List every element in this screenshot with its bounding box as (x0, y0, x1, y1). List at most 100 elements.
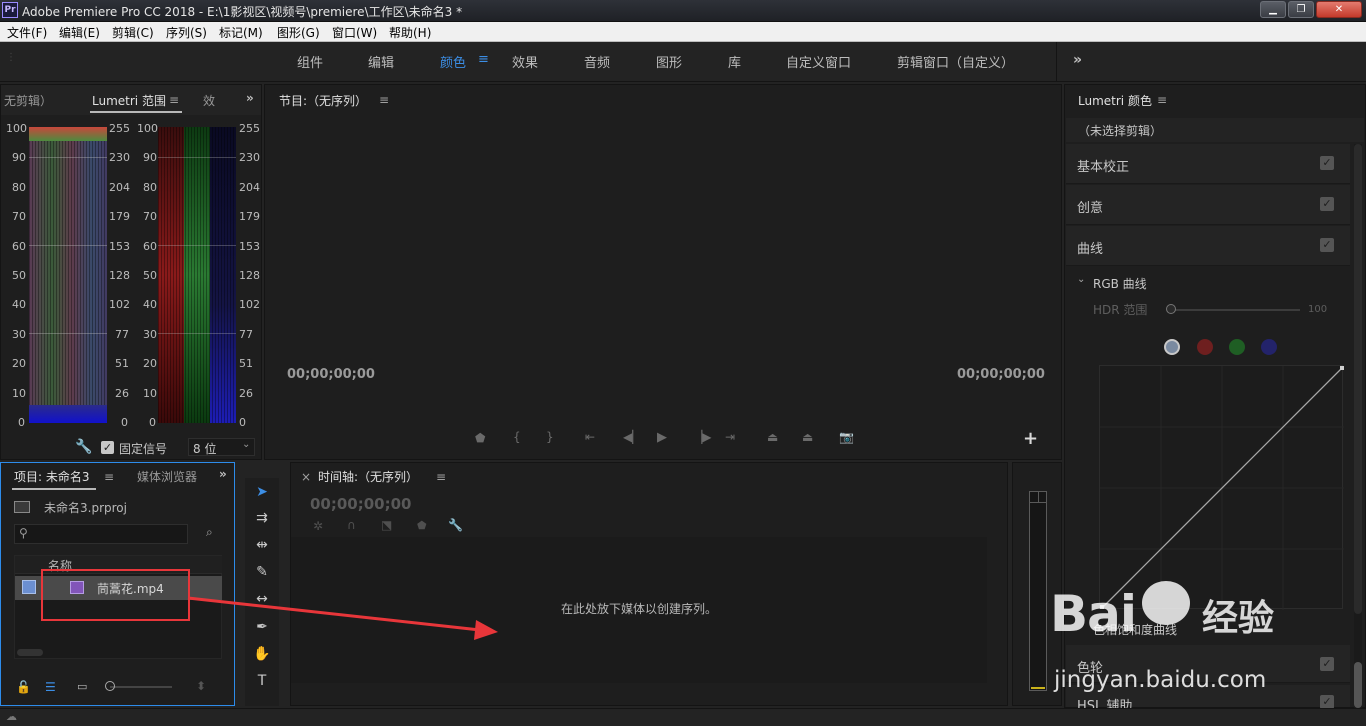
clamp-signal-checkbox[interactable]: ✓ (101, 441, 114, 454)
timeline-timecode[interactable]: 00;00;00;00 (310, 495, 412, 513)
red-channel-dot[interactable] (1197, 339, 1213, 355)
workspace-tab-color[interactable]: 颜色 (440, 52, 466, 71)
horizontal-scrollbar[interactable] (17, 649, 43, 656)
hdr-range-slider[interactable] (1170, 309, 1300, 311)
section-curves[interactable]: 曲线 ✓ (1066, 226, 1350, 266)
workspace-tab-custom[interactable]: 自定义窗口 (786, 52, 851, 71)
step-forward-icon[interactable]: ▕▶ (693, 430, 711, 444)
menu-window[interactable]: 窗口(W) (332, 24, 377, 41)
program-monitor-title[interactable]: 节目:（无序列） (279, 92, 367, 109)
scale-label: 26 (115, 387, 129, 400)
tab-project[interactable]: 项目: 未命名3 (14, 468, 90, 485)
panel-menu-icon[interactable]: ≡ (104, 470, 114, 484)
close-window-button[interactable]: ✕ (1316, 1, 1362, 18)
menu-graphics[interactable]: 图形(G) (277, 24, 320, 41)
text-tool-icon[interactable]: T (250, 670, 274, 692)
icon-view-icon[interactable]: ▭ (77, 680, 87, 693)
camera-icon[interactable]: 📷 (839, 430, 854, 444)
enable-checkbox[interactable]: ✓ (1320, 238, 1334, 252)
enable-checkbox[interactable]: ✓ (1320, 156, 1334, 170)
wrench-icon[interactable]: 🔧 (448, 518, 463, 532)
workspace-tab-audio[interactable]: 音频 (584, 52, 610, 71)
razor-tool-icon[interactable]: ✎ (250, 561, 274, 583)
rgb-curve-editor[interactable] (1099, 365, 1344, 610)
selection-tool-icon[interactable]: ➤ (250, 481, 274, 503)
scale-label: 50 (12, 269, 26, 282)
label-color-swatch[interactable] (22, 580, 36, 594)
menu-clip[interactable]: 剪辑(C) (112, 24, 154, 41)
section-creative[interactable]: 创意 ✓ (1066, 185, 1350, 225)
minimize-button[interactable]: ▁ (1260, 1, 1286, 18)
lumetri-color-title[interactable]: Lumetri 颜色 (1078, 92, 1152, 109)
tab-effects[interactable]: 效 (203, 92, 215, 109)
zoom-slider[interactable] (110, 686, 172, 688)
play-icon[interactable]: ▶ (657, 430, 667, 445)
tab-lumetri-scopes[interactable]: Lumetri 范围 (92, 92, 166, 109)
panel-menu-icon[interactable]: ≡ (379, 93, 389, 107)
enable-checkbox[interactable]: ✓ (1320, 657, 1334, 671)
sort-icon[interactable]: ⬍ (196, 679, 206, 693)
panel-menu-icon[interactable]: ≡ (169, 93, 179, 107)
add-button-icon[interactable]: + (1023, 428, 1038, 449)
workspace-tab-graphics[interactable]: 图形 (656, 52, 682, 71)
rgb-curves-label[interactable]: RGB 曲线 (1093, 275, 1147, 292)
slider-handle[interactable] (1166, 304, 1176, 314)
panel-overflow-icon[interactable]: » (246, 91, 254, 105)
workspace-tab-assembly[interactable]: 组件 (297, 52, 323, 71)
scrollbar[interactable] (1354, 144, 1362, 708)
workspace-menu-icon[interactable]: ≡ (478, 52, 489, 67)
drop-media-hint: 在此处放下媒体以创建序列。 (561, 602, 718, 616)
lift-icon[interactable]: ⏏ (767, 430, 778, 444)
list-view-icon[interactable]: ☰ (45, 680, 56, 694)
menu-edit[interactable]: 编辑(E) (59, 24, 100, 41)
workspace-tab-editing[interactable]: 编辑 (368, 52, 394, 71)
green-channel-dot[interactable] (1229, 339, 1245, 355)
blue-channel-dot[interactable] (1261, 339, 1277, 355)
gridline (29, 245, 107, 246)
hand-tool-icon[interactable]: ✋ (250, 643, 274, 665)
slider-handle[interactable] (105, 681, 115, 691)
close-tab-icon[interactable]: × (301, 470, 311, 484)
section-basic-correction[interactable]: 基本校正 ✓ (1066, 144, 1350, 184)
nest-icon[interactable]: ⬔ (381, 518, 392, 532)
mark-in-icon[interactable]: { (513, 430, 521, 444)
snap-icon[interactable]: ✲ (313, 519, 323, 533)
menu-sequence[interactable]: 序列(S) (166, 24, 207, 41)
panel-overflow-icon[interactable]: » (219, 467, 227, 481)
scrollbar-thumb[interactable] (1354, 662, 1362, 708)
enable-checkbox[interactable]: ✓ (1320, 695, 1334, 709)
menu-markers[interactable]: 标记(M) (219, 24, 263, 41)
white-channel-dot[interactable] (1164, 339, 1180, 355)
timeline-title[interactable]: 时间轴:（无序列） (318, 468, 418, 485)
panel-menu-icon[interactable]: ≡ (436, 470, 446, 484)
maximize-button[interactable]: ❐ (1288, 1, 1314, 18)
linked-selection-icon[interactable]: ∩ (347, 518, 356, 532)
creative-cloud-icon[interactable]: ☁ (6, 710, 17, 723)
extract-icon[interactable]: ⏏ (802, 430, 813, 444)
workspace-tab-effects[interactable]: 效果 (512, 52, 538, 71)
ripple-edit-tool-icon[interactable]: ⇹ (250, 534, 274, 556)
wrench-icon[interactable]: 🔧 (75, 439, 92, 455)
playhead-timecode[interactable]: 00;00;00;00 (287, 367, 375, 382)
enable-checkbox[interactable]: ✓ (1320, 197, 1334, 211)
workspace-overflow-icon[interactable]: » (1073, 52, 1082, 68)
tab-media-browser[interactable]: 媒体浏览器 (137, 468, 197, 485)
mark-out-icon[interactable]: } (546, 430, 554, 444)
workspace-tab-clip-custom[interactable]: 剪辑窗口（自定义） (897, 52, 1014, 71)
go-to-out-icon[interactable]: ⇥ (725, 430, 735, 444)
search-input[interactable]: ⚲ (14, 524, 188, 544)
menu-file[interactable]: 文件(F) (7, 24, 47, 41)
workspace-tab-libraries[interactable]: 库 (728, 52, 741, 71)
panel-menu-icon[interactable]: ≡ (1157, 93, 1167, 107)
add-marker-icon[interactable]: ⬟ (417, 519, 427, 532)
tab-source[interactable]: 无剪辑） (4, 92, 52, 109)
add-marker-icon[interactable]: ⬟ (475, 431, 485, 445)
chevron-down-icon[interactable]: ⌄ (1077, 274, 1085, 285)
lock-icon[interactable]: 🔓 (16, 680, 31, 694)
go-to-in-icon[interactable]: ⇤ (585, 430, 595, 444)
bit-depth-select[interactable]: 8 位 ⌄ (188, 438, 255, 456)
menu-help[interactable]: 帮助(H) (389, 24, 431, 41)
find-icon[interactable]: ⌕ (206, 525, 213, 540)
step-back-icon[interactable]: ◀▏ (623, 430, 641, 444)
track-select-tool-icon[interactable]: ⇉ (250, 507, 274, 529)
